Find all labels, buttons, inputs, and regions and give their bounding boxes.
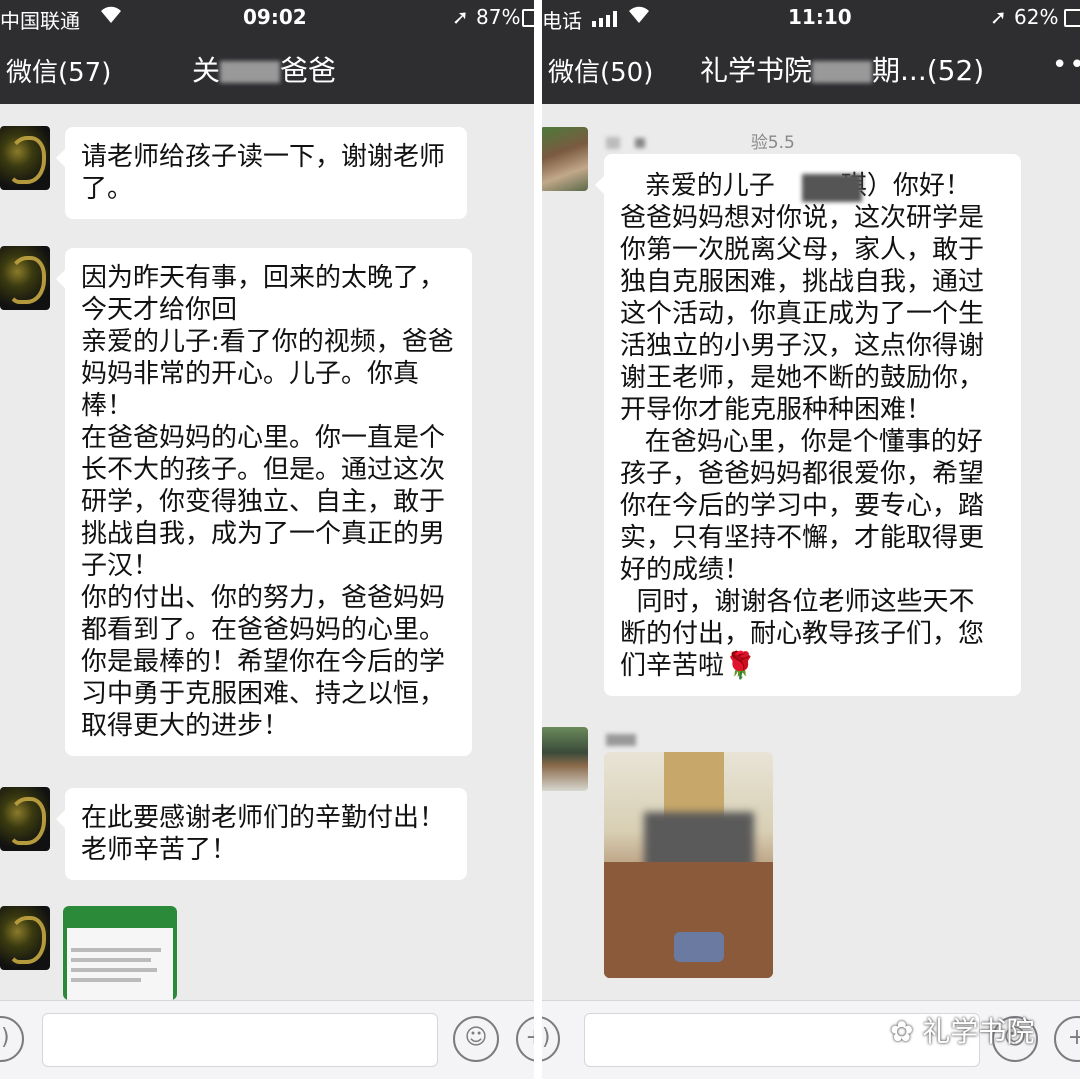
plus-icon[interactable]: + [1054, 1016, 1080, 1062]
location-arrow-icon: ➚ [990, 5, 1007, 29]
sender-name [606, 730, 636, 750]
emoji-icon[interactable]: ☺ [453, 1016, 499, 1062]
chat-panel-right: 电话 11:10 ➚ 62% •• 微信(50) 礼学书院期...(52) ••… [542, 0, 1080, 1079]
screenshot-image-message[interactable] [63, 906, 177, 1000]
avatar[interactable] [0, 126, 50, 190]
carrier-label: 电话 [542, 9, 582, 33]
nav-bar: 微信(57) 关爸爸 [0, 36, 534, 104]
message-bubble: 因为昨天有事，回来的太晚了， 今天才给你回 亲爱的儿子:看了你的视频，爸爸 妈妈… [56, 248, 472, 756]
message-bubble: 请老师给孩子读一下，谢谢老师 了。 [56, 127, 467, 219]
chat-title: 礼学书院 期...(52) [700, 54, 985, 87]
voice-icon[interactable]: )) [0, 1016, 24, 1062]
battery-percent: 62% [1014, 5, 1059, 29]
avatar[interactable] [0, 246, 50, 310]
message-bubble: 亲爱的儿子 琪）你好！ 爸爸妈妈想对你说，这次研学是 你第一次脱离父母，家人，敢… [595, 154, 1021, 696]
back-button[interactable]: 微信(50) [548, 52, 653, 89]
signal-icon [592, 8, 620, 32]
watermark: ✿ 礼学书院 [890, 1015, 1035, 1048]
battery-icon [1064, 9, 1080, 27]
divider [534, 0, 542, 1079]
wechat-logo-icon: ✿ [890, 1015, 914, 1048]
wifi-icon [626, 3, 652, 30]
voice-icon[interactable]: +) [542, 1016, 560, 1062]
sender-name: 验5.5 [606, 128, 795, 153]
more-icon[interactable]: •• [1052, 50, 1080, 80]
wifi-icon [98, 3, 124, 30]
chat-title: 关爸爸 [192, 54, 337, 87]
avatar[interactable] [0, 906, 50, 970]
voice-icon[interactable]: +) [516, 1016, 534, 1062]
chat-panel-left: 中国联通 09:02 ➚ 87% 微信(57) 关爸爸 请老师给孩子读一下，谢谢… [0, 0, 534, 1079]
avatar[interactable] [542, 127, 588, 191]
carrier-label: 中国联通 [0, 9, 80, 33]
more-icon[interactable]: •• [542, 50, 547, 80]
nav-bar: •• 微信(50) 礼学书院期...(52) •• [542, 36, 1080, 104]
redacted-name [802, 174, 862, 202]
classroom-photo[interactable] [604, 752, 773, 978]
location-arrow-icon: ➚ [452, 5, 469, 29]
battery-icon [522, 9, 534, 27]
message-bubble: 在此要感谢老师们的辛勤付出！ 老师辛苦了！ [56, 788, 467, 880]
battery-percent: 87% [476, 5, 521, 29]
status-time: 09:02 [243, 5, 307, 29]
back-button[interactable]: 微信(57) [6, 52, 111, 89]
avatar[interactable] [0, 787, 50, 851]
avatar[interactable] [542, 727, 588, 791]
status-time: 11:10 [788, 5, 852, 29]
input-bar: )) ☺ +) [0, 1000, 534, 1079]
status-bar: 中国联通 09:02 ➚ 87% [0, 0, 534, 36]
status-bar: 电话 11:10 ➚ 62% [542, 0, 1080, 36]
message-input[interactable] [42, 1013, 438, 1067]
